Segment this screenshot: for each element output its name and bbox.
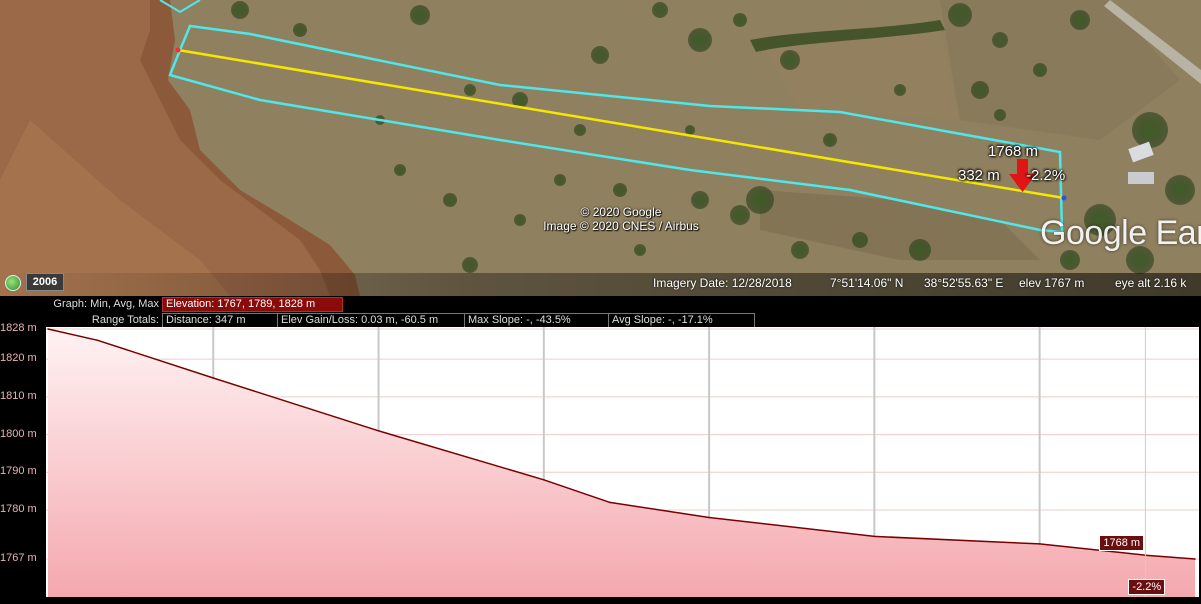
- y-tick-label: 1780 m: [0, 502, 37, 515]
- profile-point: [1194, 558, 1196, 560]
- profile-point: [1038, 543, 1041, 545]
- profile-point: [96, 339, 99, 342]
- marker-distance-label: 332 m: [958, 167, 1000, 184]
- graph-label: Graph: Min, Avg, Max: [53, 298, 159, 310]
- profile-point: [47, 328, 49, 330]
- imagery-date: Imagery Date: 12/28/2018: [653, 276, 792, 290]
- y-tick-label: 1790 m: [0, 465, 37, 478]
- profile-point: [212, 377, 215, 379]
- y-tick-label: 1828 m: [0, 322, 37, 334]
- avg-slope-stat: Avg Slope: -, -17.1%: [608, 313, 755, 328]
- profile-point: [873, 535, 876, 538]
- y-tick-label: 1810 m: [0, 389, 37, 402]
- google-earth-watermark: Google Ear: [1040, 214, 1201, 252]
- marker-elevation-label: 1768 m: [988, 143, 1039, 160]
- max-slope-stat: Max Slope: -, -43.5%: [464, 313, 609, 328]
- profile-point: [708, 516, 710, 519]
- historical-year-button[interactable]: 2006: [26, 273, 64, 291]
- elev-gain-loss-stat: Elev Gain/Loss: 0.03 m, -60.5 m: [277, 313, 466, 328]
- profile-point: [543, 479, 545, 481]
- cursor-elevation-callout: 1768 m: [1099, 535, 1145, 552]
- elevation-stat: Elevation: 1767, 1789, 1828 m: [162, 297, 343, 312]
- status-bar: Imagery Date: 12/28/2018 7°51'14.06" N 3…: [0, 273, 1201, 296]
- distance-stat: Distance: 347 m: [162, 313, 279, 328]
- copyright-line-2: Image © 2020 CNES / Airbus: [543, 219, 699, 233]
- elevation-profile-chart[interactable]: [46, 327, 1199, 597]
- latitude-readout: 7°51'14.06" N: [830, 276, 904, 290]
- profile-point: [609, 501, 611, 504]
- y-tick-label: 1767 m: [0, 552, 37, 564]
- eye-altitude-readout: eye alt 2.16 k: [1115, 276, 1187, 290]
- copyright-line-1: © 2020 Google: [580, 205, 662, 219]
- y-tick-label: 1800 m: [0, 427, 37, 440]
- y-tick-label: 1820 m: [0, 352, 37, 365]
- marker-slope-label: -2.2%: [1026, 167, 1066, 184]
- historical-imagery-icon[interactable]: [5, 275, 21, 291]
- profile-point: [377, 430, 380, 432]
- longitude-readout: 38°52'55.63" E: [924, 276, 1004, 290]
- cursor-slope-callout: -2.2%: [1128, 579, 1166, 596]
- imagery-copyright: © 2020 Google Image © 2020 CNES / Airbus: [528, 205, 714, 233]
- elevation-readout: elev 1767 m: [1019, 276, 1085, 290]
- elevation-profile-panel: Graph: Min, Avg, Max Elevation: 1767, 17…: [0, 296, 1201, 604]
- satellite-map-view[interactable]: 1768 m 332 m -2.2% © 2020 Google Image ©…: [0, 0, 1201, 296]
